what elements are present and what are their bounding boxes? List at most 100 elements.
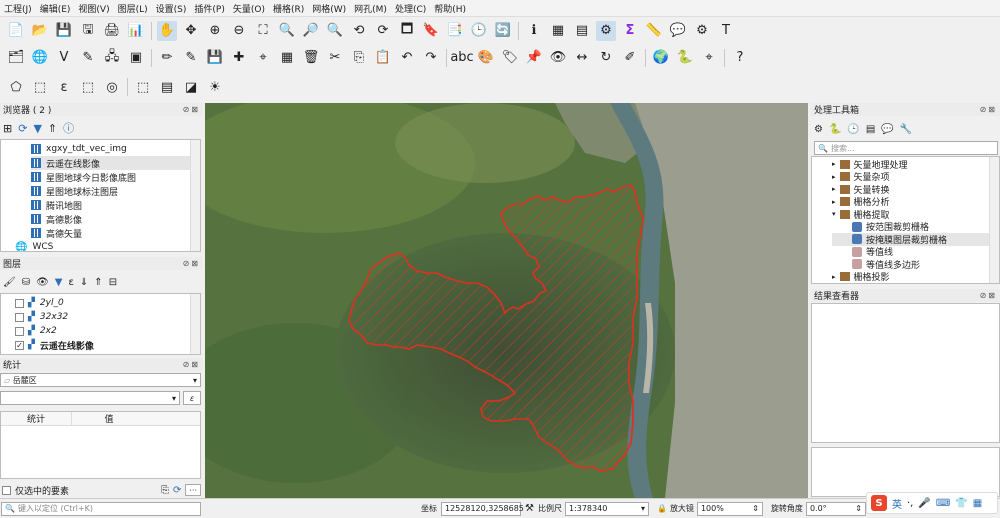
highlight-label-icon[interactable]: 🏷 — [500, 48, 520, 68]
georeferencer-icon[interactable]: ⌖ — [699, 48, 719, 68]
zoom-layer-icon[interactable]: 🔎 — [301, 21, 321, 41]
rotation-field[interactable]: 0.0° ⇕ — [805, 501, 866, 516]
selected-only-checkbox[interactable] — [2, 485, 11, 495]
filter-legend-icon[interactable]: ▼ — [55, 277, 63, 288]
statistics-sigma-icon[interactable]: Σ — [620, 21, 640, 41]
select-location-icon[interactable]: ◎ — [102, 77, 122, 97]
zoom-out-icon[interactable]: ⊖ — [229, 21, 249, 41]
menu-item[interactable]: 插件(P) — [190, 2, 228, 15]
rotate-label-icon[interactable]: ↻ — [596, 48, 616, 68]
chevron-right-icon[interactable]: ▸ — [832, 173, 836, 181]
zoom-next-icon[interactable]: ⟳ — [373, 21, 393, 41]
undo-icon[interactable]: ↶ — [397, 48, 417, 68]
menu-item[interactable]: 矢量(O) — [229, 2, 269, 15]
delete-selected-icon[interactable]: 🗑 — [301, 48, 321, 68]
models-icon[interactable]: ⚙ — [814, 124, 823, 135]
layer-item[interactable]: ▞ 2yl_0 — [15, 296, 200, 310]
menu-item[interactable]: 图层(L) — [114, 2, 152, 15]
menu-item[interactable]: 编辑(E) — [36, 2, 75, 15]
save-as-icon[interactable]: 🖫 — [78, 21, 98, 41]
style-manager-icon[interactable]: 🎨 — [476, 48, 496, 68]
stats-field-select[interactable]: ▾ — [0, 391, 180, 405]
copy-icon[interactable]: ⎘ — [161, 485, 169, 496]
collapse-all-icon[interactable]: ⇑ — [94, 277, 102, 288]
python-console-icon[interactable]: 🐍 — [675, 48, 695, 68]
options-icon[interactable]: 🔧 — [900, 124, 912, 135]
pencil-icon[interactable]: ✎ — [181, 48, 201, 68]
map-canvas[interactable] — [205, 103, 808, 498]
browser-item[interactable]: 云遥在线影像 — [31, 156, 200, 170]
processing-algorithm[interactable]: 等值线 — [832, 246, 999, 258]
change-label-icon[interactable]: ✐ — [620, 48, 640, 68]
select-all-icon[interactable]: ▤ — [157, 77, 177, 97]
copy-features-icon[interactable]: ⎘ — [349, 48, 369, 68]
data-source-manager-icon[interactable]: 🗂 — [6, 48, 26, 68]
ime-lang[interactable]: 英 — [892, 496, 902, 511]
menu-item[interactable]: 栅格(R) — [269, 2, 308, 15]
refresh-icon[interactable]: ⟳ — [18, 122, 27, 135]
processing-group[interactable]: ▾ 栅格提取 — [832, 208, 999, 221]
browser-item[interactable]: xgxy_tdt_vec_img — [31, 142, 200, 156]
processing-algorithm[interactable]: 按范围裁剪栅格 — [832, 221, 999, 233]
globe-plugin-icon[interactable]: 🌍 — [651, 48, 671, 68]
chevron-down-icon[interactable]: ▾ — [832, 210, 836, 218]
save-project-icon[interactable]: 💾 — [54, 21, 74, 41]
panel-close-icon[interactable]: ⊘⊠ — [183, 360, 200, 369]
lock-icon[interactable]: 🔒 — [657, 504, 667, 513]
field-calculator-icon[interactable]: ▤ — [572, 21, 592, 41]
layer-item[interactable]: ▞ 32x32 — [15, 310, 200, 324]
keyboard-icon[interactable]: ⌨ — [936, 498, 950, 509]
processing-group[interactable]: ▸ 栅格投影 — [832, 271, 999, 283]
processing-group[interactable]: ▸ 矢量地理处理 — [832, 158, 999, 171]
save-edits-icon[interactable]: 💾 — [205, 48, 225, 68]
settings-gear-icon[interactable]: ⚙ — [692, 21, 712, 41]
manage-theme-icon[interactable]: 👁 — [36, 277, 49, 288]
browser-item[interactable]: 腾讯地图 — [31, 198, 200, 212]
print-layout-icon[interactable]: 🖨 — [102, 21, 122, 41]
redo-icon[interactable]: ↷ — [421, 48, 441, 68]
move-label-icon[interactable]: ↔ — [572, 48, 592, 68]
ime-toolbar[interactable]: S 英 ·, 🎤 ⌨ 👕 ▦ — [866, 492, 998, 514]
panel-close-icon[interactable]: ⊘⊠ — [980, 105, 997, 114]
zoom-last-icon[interactable]: ⟲ — [349, 21, 369, 41]
virtual-layer-icon[interactable]: ▣ — [126, 48, 146, 68]
panel-close-icon[interactable]: ⊘⊠ — [183, 259, 200, 268]
remove-layer-icon[interactable]: ⊟ — [109, 277, 117, 288]
zoom-selection-icon[interactable]: 🔍 — [277, 21, 297, 41]
browser-scrollbar[interactable] — [190, 140, 200, 251]
chevron-right-icon[interactable]: ▸ — [832, 160, 836, 168]
invert-selection-icon[interactable]: ◪ — [181, 77, 201, 97]
help-icon[interactable]: ? — [730, 48, 750, 68]
toolbox-icon[interactable]: ▦ — [973, 498, 982, 509]
chevron-right-icon[interactable]: ▸ — [832, 185, 836, 193]
select-features-icon[interactable]: ⬚ — [30, 77, 50, 97]
style-brush-icon[interactable]: 🖌 — [3, 277, 16, 288]
results-icon[interactable]: ▤ — [866, 124, 875, 135]
map-tips-icon[interactable]: 💬 — [668, 21, 688, 41]
coord-toggle-icon[interactable]: ⚒ — [525, 503, 534, 514]
identify-icon[interactable]: ℹ — [524, 21, 544, 41]
layer-visibility-checkbox[interactable]: ✓ — [15, 340, 24, 350]
skin-icon[interactable]: 👕 — [955, 498, 967, 509]
stats-layer-select[interactable]: ▱ 岳麓区 ▾ — [0, 373, 201, 387]
layer-item[interactable]: ✓ ▞ 云遥在线影像 — [15, 338, 200, 352]
layers-scrollbar[interactable] — [190, 294, 200, 354]
gps-icon[interactable]: 🖧 — [102, 48, 122, 68]
label-tool-icon[interactable]: abc — [450, 48, 473, 68]
scale-field[interactable]: 1:378340 ▾ — [564, 501, 649, 516]
menu-item[interactable]: 帮助(H) — [430, 2, 470, 15]
select-rectangle-icon[interactable]: ⬚ — [133, 77, 153, 97]
filter-icon[interactable]: ▼ — [33, 122, 41, 135]
pan-to-selection-icon[interactable]: ✥ — [181, 21, 201, 41]
menu-item[interactable]: 视图(V) — [74, 2, 113, 15]
coord-field[interactable]: 12528120,3258685 — [441, 501, 524, 516]
processing-scrollbar[interactable] — [989, 157, 999, 283]
locate-search-input[interactable]: 🔍 键入以定位 (Ctrl+K) — [1, 501, 201, 516]
measure-icon[interactable]: 📏 — [644, 21, 664, 41]
processing-algorithm[interactable]: 按掩膜图层裁剪栅格 — [832, 233, 999, 246]
processing-toolbox-icon[interactable]: ⚙ — [596, 20, 616, 41]
scripts-icon[interactable]: 🐍 — [829, 124, 841, 135]
add-vector-layer-icon[interactable]: V — [54, 48, 74, 68]
filter-expression-icon[interactable]: ε — [69, 277, 74, 288]
vertex-tool-icon[interactable]: ⌖ — [253, 48, 273, 68]
